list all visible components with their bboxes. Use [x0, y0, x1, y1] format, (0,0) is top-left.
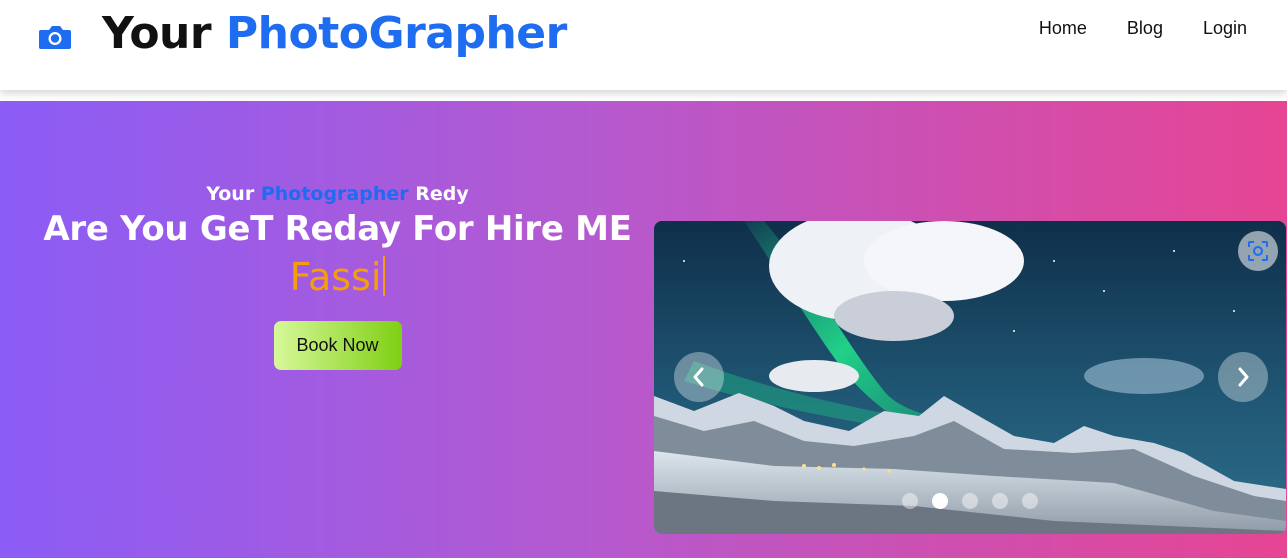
- nav-login-link[interactable]: Login: [1183, 18, 1267, 39]
- aurora-landscape-image: [654, 221, 1286, 534]
- carousel-next-button[interactable]: [1218, 352, 1268, 402]
- hero-headline: Are You GeT Reday For Hire ME: [43, 209, 632, 249]
- carousel-dot-3[interactable]: [962, 493, 978, 509]
- chevron-right-icon: [1238, 367, 1249, 387]
- hero-eyebrow: Your Photographer Redy: [40, 183, 635, 205]
- brand-accent: PhotoGrapher: [225, 8, 567, 59]
- image-carousel: [654, 221, 1286, 534]
- carousel-indicators: [902, 493, 1038, 509]
- camera-icon[interactable]: [38, 22, 72, 52]
- eyebrow-suffix: Redy: [415, 183, 469, 205]
- carousel-dot-5[interactable]: [1022, 493, 1038, 509]
- carousel-prev-button[interactable]: [674, 352, 724, 402]
- hero-text: Your Photographer Redy Are You GeT Reday…: [40, 183, 635, 370]
- carousel-dot-4[interactable]: [992, 493, 1008, 509]
- typing-caret: [383, 256, 386, 296]
- hero-section: Your Photographer Redy Are You GeT Reday…: [0, 101, 1287, 558]
- main-nav: Home Blog Login: [1019, 18, 1267, 39]
- brand-prefix: Your: [102, 8, 212, 59]
- site-header: Your PhotoGrapher Home Blog Login: [0, 0, 1287, 90]
- book-now-button[interactable]: Book Now: [273, 321, 402, 370]
- carousel-dot-2[interactable]: [932, 493, 948, 509]
- nav-home-link[interactable]: Home: [1019, 18, 1107, 39]
- carousel-dot-1[interactable]: [902, 493, 918, 509]
- nav-blog-link[interactable]: Blog: [1107, 18, 1183, 39]
- eyebrow-prefix: Your: [206, 183, 255, 205]
- brand-title[interactable]: Your PhotoGrapher: [102, 8, 567, 59]
- chevron-left-icon: [693, 367, 704, 387]
- screenshot-scan-icon[interactable]: [1238, 231, 1278, 271]
- typed-text: Fassi: [40, 255, 635, 299]
- eyebrow-accent: Photographer: [260, 183, 409, 205]
- typed-word: Fassi: [289, 255, 382, 299]
